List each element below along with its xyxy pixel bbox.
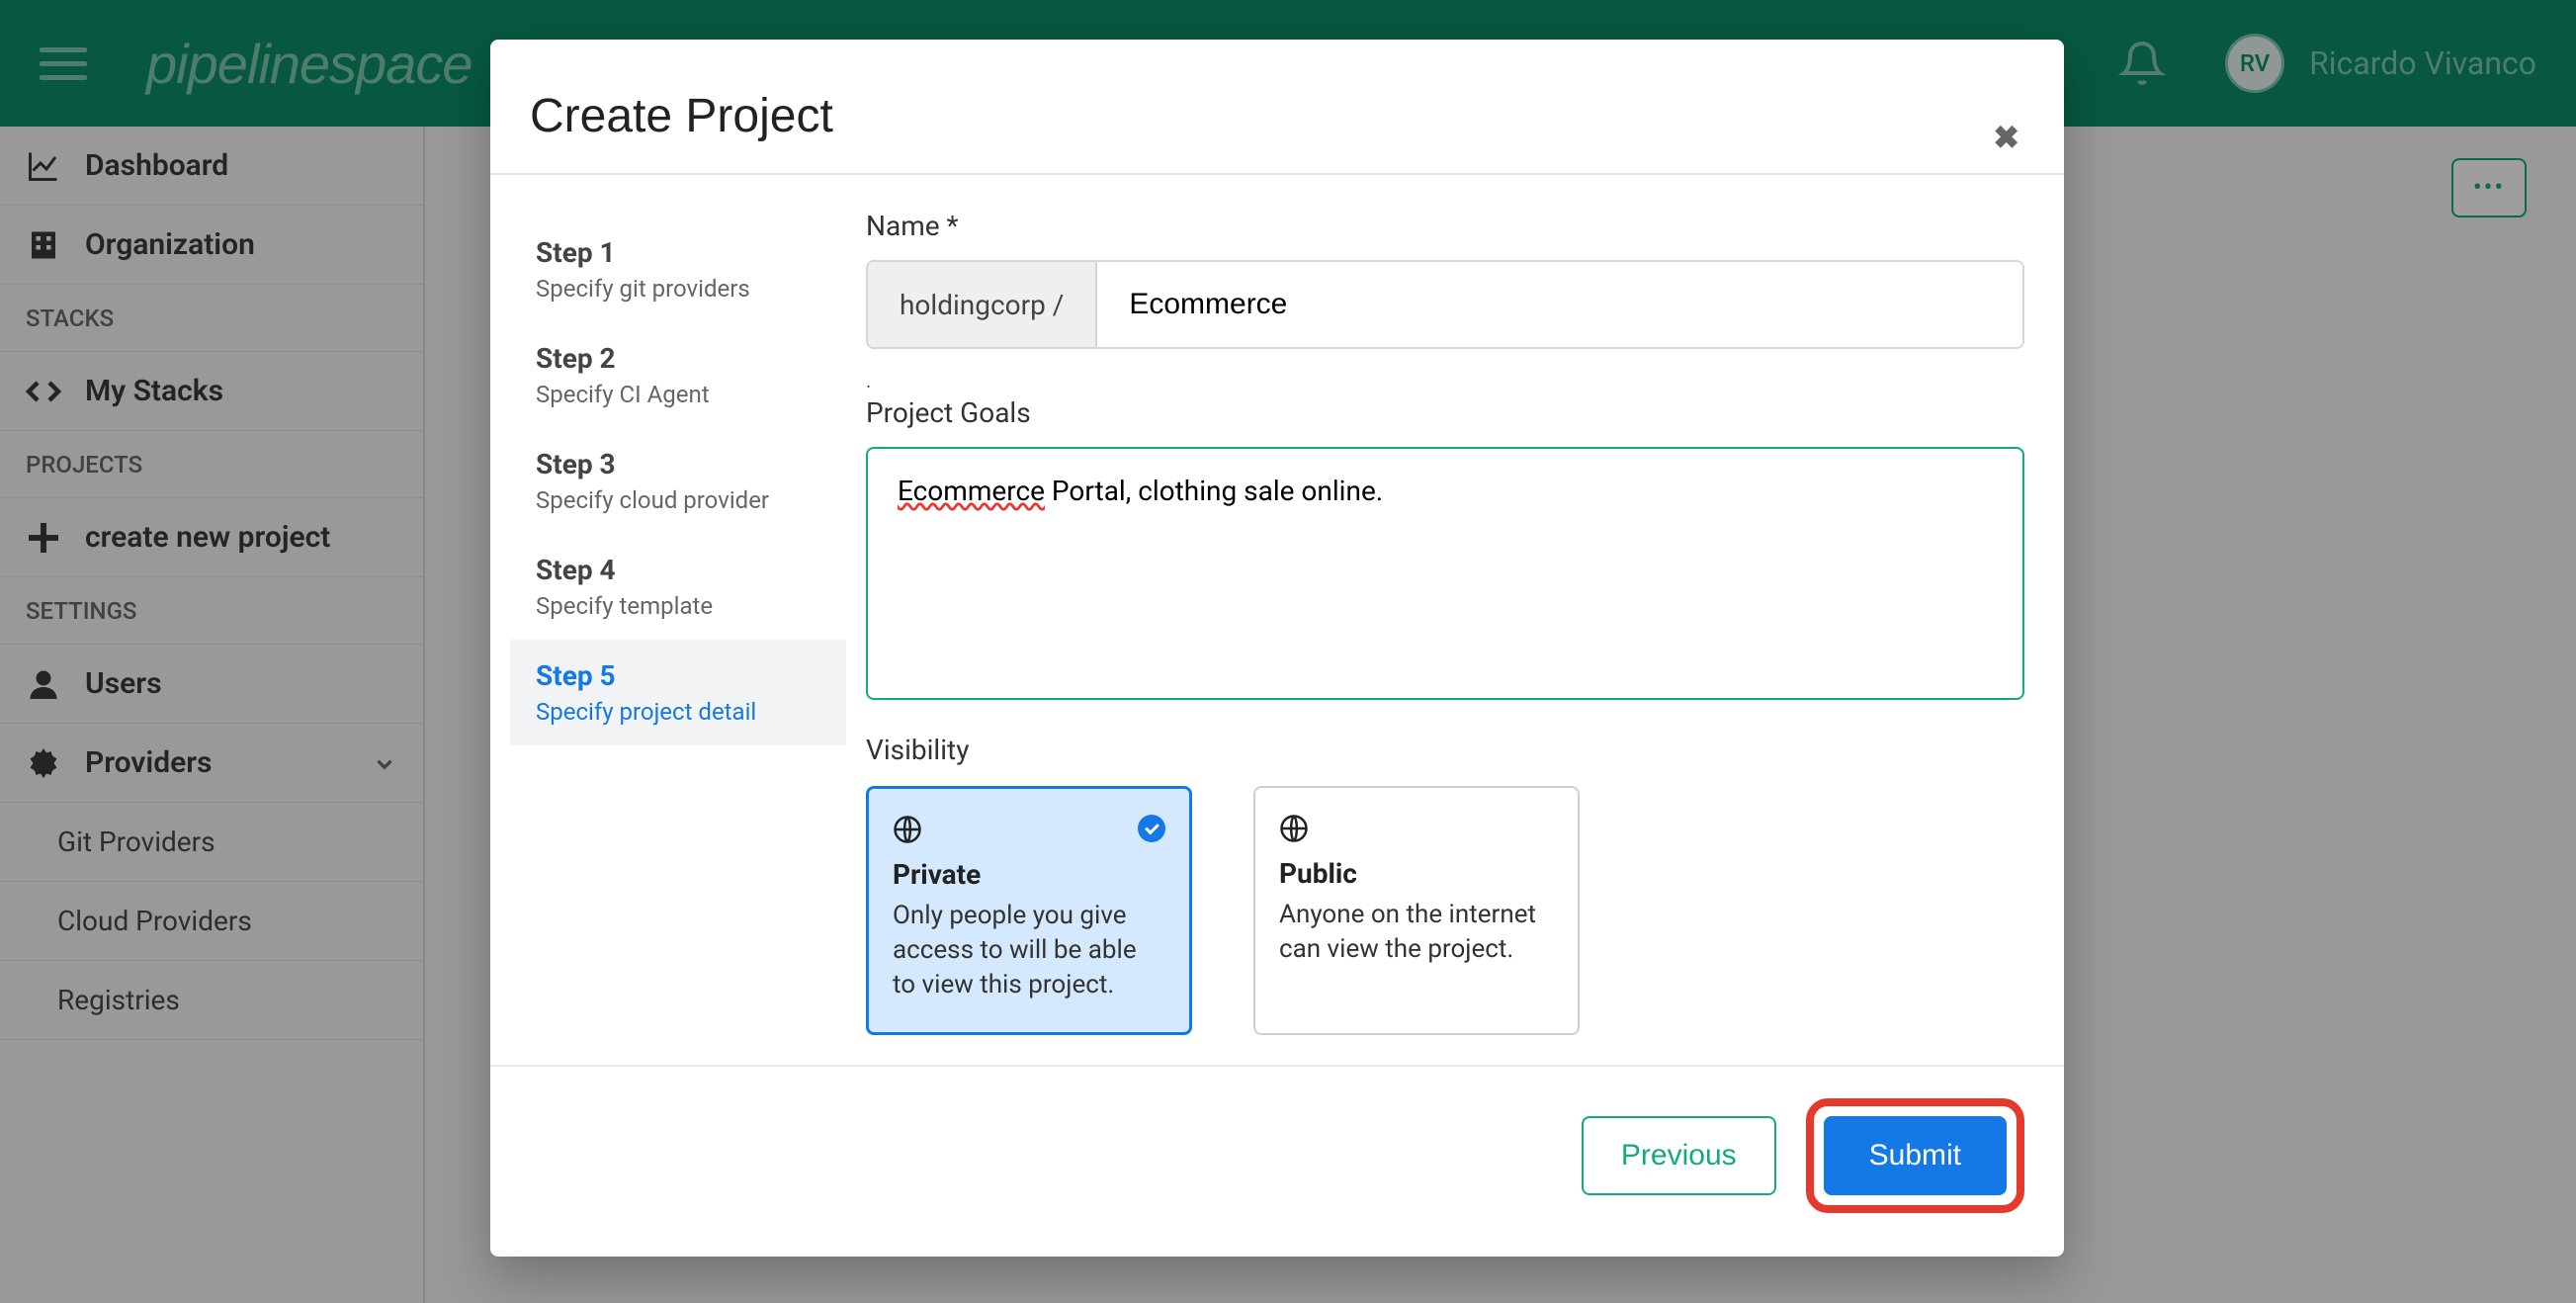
create-project-modal: Create Project ✖ Step 1Specify git provi…: [490, 40, 2064, 1257]
visibility-private-card[interactable]: Private Only people you give access to w…: [866, 786, 1192, 1035]
wizard-steps: Step 1Specify git providers Step 2Specif…: [490, 195, 846, 1035]
name-label: Name *: [866, 210, 2024, 242]
step-1[interactable]: Step 1Specify git providers: [510, 217, 846, 322]
step-5[interactable]: Step 5Specify project detail: [510, 640, 846, 745]
visibility-label: Visibility: [866, 734, 2024, 766]
check-icon: [1138, 815, 1165, 842]
project-name-input[interactable]: [1097, 262, 2022, 347]
submit-highlight: Submit: [1806, 1098, 2024, 1213]
previous-button[interactable]: Previous: [1582, 1116, 1776, 1195]
modal-title: Create Project: [530, 89, 2024, 143]
visibility-public-card[interactable]: Public Anyone on the internet can view t…: [1253, 786, 1580, 1035]
globe-icon: [1279, 814, 1309, 843]
project-goals-input[interactable]: Ecommerce Portal, clothing sale online.: [866, 447, 2024, 700]
step-4[interactable]: Step 4Specify template: [510, 534, 846, 640]
name-prefix: holdingcorp /: [868, 262, 1097, 347]
close-icon[interactable]: ✖: [1993, 119, 2019, 156]
tiny-label: .: [866, 369, 2024, 392]
goals-label: Project Goals: [866, 396, 2024, 429]
globe-icon: [893, 815, 922, 844]
step-2[interactable]: Step 2Specify CI Agent: [510, 322, 846, 428]
submit-button[interactable]: Submit: [1824, 1116, 2007, 1195]
step-3[interactable]: Step 3Specify cloud provider: [510, 428, 846, 534]
